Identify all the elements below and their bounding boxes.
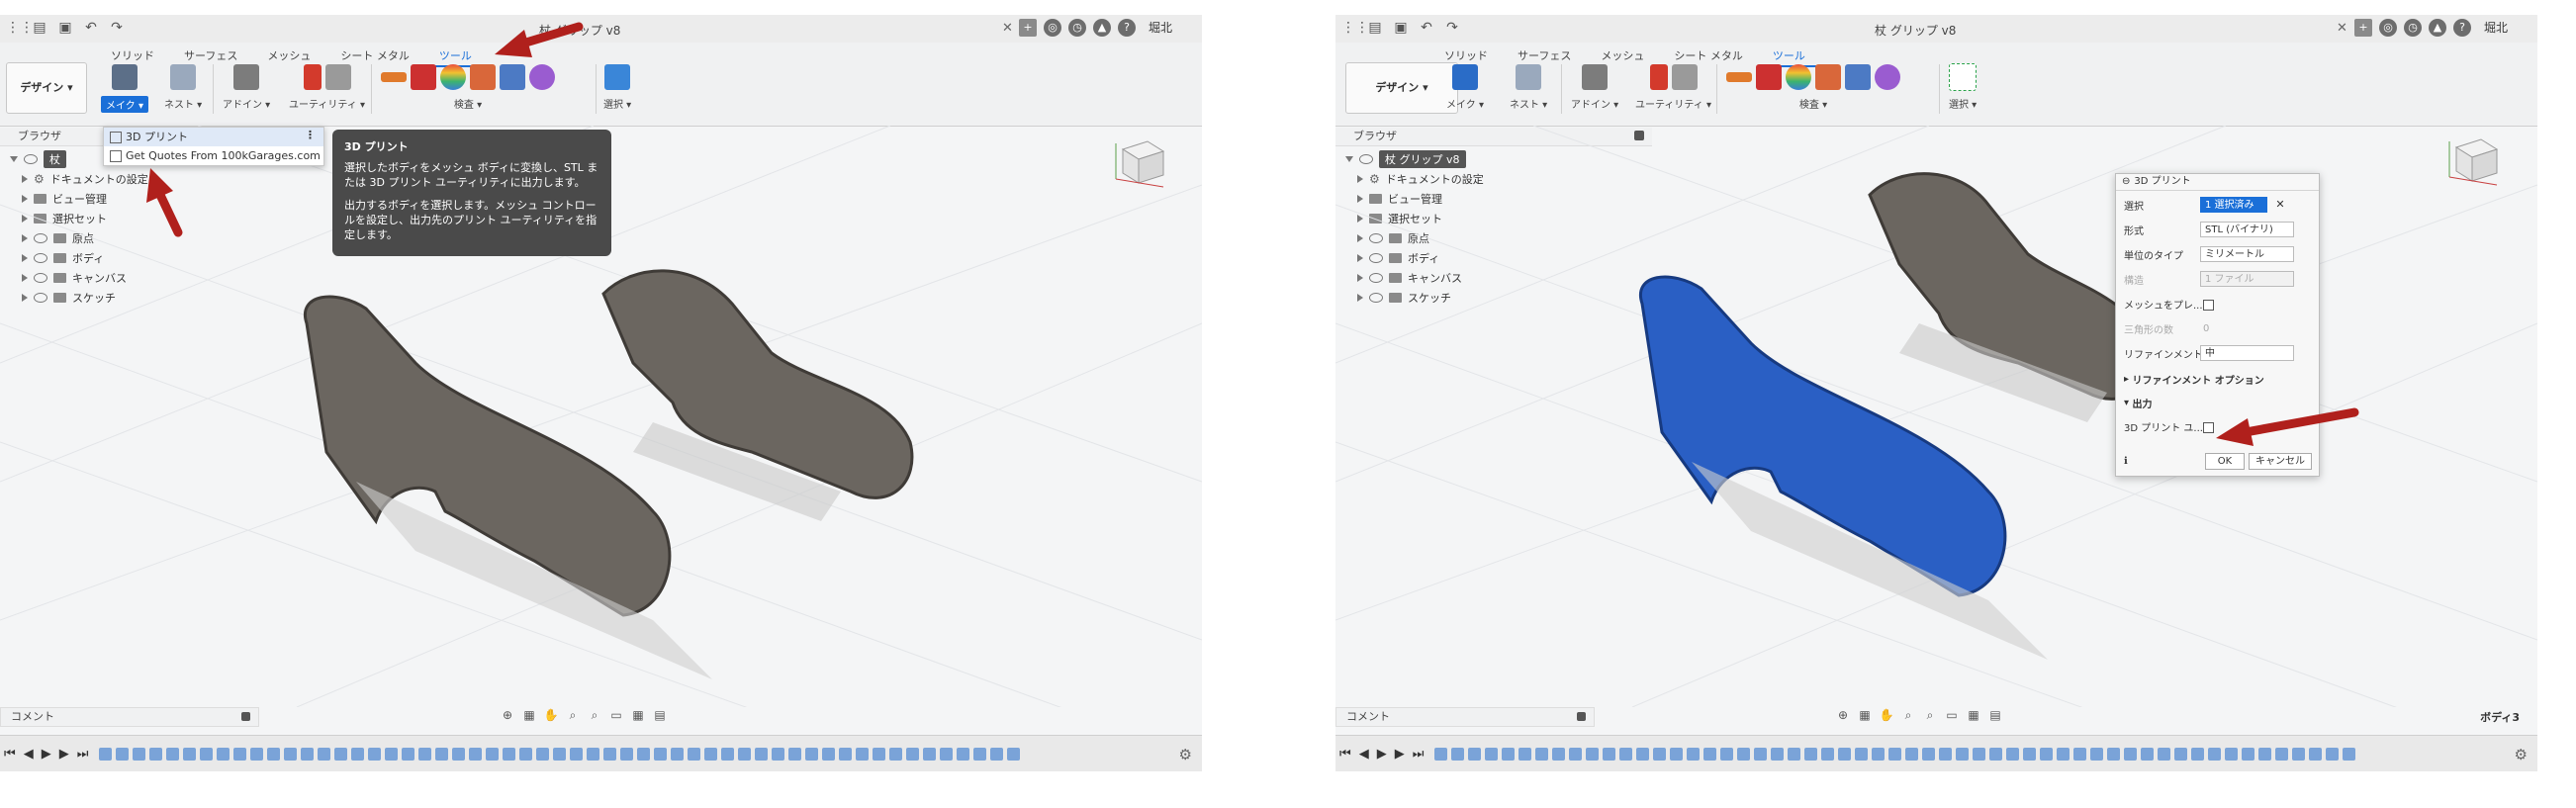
right-screenshot: ⋮⋮ ▤ ▣ ↶ ↷ 杖 グリップ v8 ✕ + ◎ ◷ ▲ ? 堀北 ソリッド…: [1335, 15, 2537, 771]
annotation-layer: [146, 22, 584, 237]
left-screenshot: ⋮⋮ ▤ ▣ ↶ ↷ 杖 グリップ v8 ✕ + ◎ ◷ ▲ ? 堀北 ソリッド…: [0, 15, 1202, 771]
annotation-layer: [2216, 407, 2359, 446]
annotation-arrow-make-menu: [146, 168, 183, 237]
annotation-arrow-print-utility-checkbox: [2216, 407, 2359, 446]
annotation-arrow-tools-tab: [495, 22, 584, 57]
